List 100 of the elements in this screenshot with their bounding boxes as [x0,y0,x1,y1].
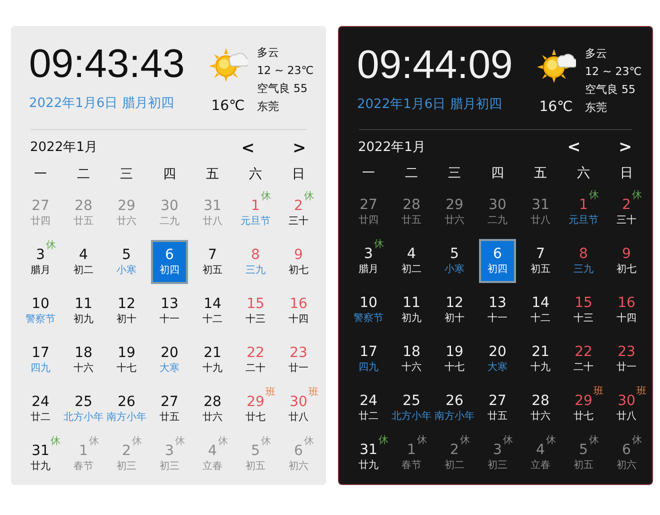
day-number: 10 [32,295,50,313]
day-number: 16 [290,295,308,313]
day-cell[interactable]: 13 十一 [478,288,518,332]
lunar-date: 立春 [202,460,222,474]
day-cell[interactable]: 21 十九 [192,338,232,382]
next-month-button[interactable]: > [286,138,312,157]
day-number: 15 [246,295,264,313]
day-number: 26 [118,393,136,411]
lunar-date: 廿七 [246,411,266,425]
day-cell[interactable]: 28 廿五 [392,190,432,234]
day-cell[interactable]: 8 三九 [564,239,604,283]
day-number: 19 [446,343,464,361]
day-cell[interactable]: 16 十四 [606,288,646,332]
day-number: 24 [360,392,378,410]
lunar-date: 廿九 [30,460,50,474]
lunar-date: 大寒 [488,361,508,375]
day-cell[interactable]: 13 十一 [150,289,190,333]
day-cell[interactable]: 9 初七 [278,240,318,284]
day-cell[interactable]: 21 十九 [520,337,560,381]
previous-month-button[interactable]: < [235,138,261,157]
lunar-date: 小寒 [116,264,136,278]
day-cell[interactable]: 17 四九 [348,337,388,381]
weekday-header: 日 [292,166,305,184]
day-cell[interactable]: 27 廿四 [348,190,388,234]
day-cell[interactable]: 18 十六 [392,337,432,381]
day-cell[interactable]: 10 警察节 [20,289,60,333]
day-cell[interactable]: 14 十二 [520,288,560,332]
day-cell[interactable]: 20 大寒 [478,337,518,381]
day-cell[interactable]: 15 十三 [564,288,604,332]
holiday-label: 休 [460,434,470,448]
day-cell[interactable]: 25 北方小年 [64,387,104,431]
day-cell[interactable]: 5 小寒 [106,240,146,284]
day-cell[interactable]: 19 十七 [434,337,474,381]
day-cell[interactable]: 7 初五 [520,239,560,283]
weekday-header: 六 [249,166,262,184]
day-cell[interactable]: 5 小寒 [434,239,474,283]
day-cell[interactable]: 14 十二 [192,289,232,333]
temperature: 16℃ [539,99,573,115]
day-number: 8 [579,245,588,263]
day-number: 27 [360,196,378,214]
day-number: 31 [532,196,550,214]
day-cell[interactable]: 28 廿六 [192,387,232,431]
day-number: 17 [360,343,378,361]
day-cell[interactable]: 11 初九 [392,288,432,332]
lunar-date: 十三 [574,312,594,326]
holiday-label: 班 [265,386,276,400]
holiday-label: 休 [88,435,99,449]
day-cell[interactable]: 9 初七 [606,239,646,283]
day-cell[interactable]: 23 廿一 [278,338,318,382]
holiday-label: 班 [636,384,646,399]
day-cell[interactable]: 11 初九 [64,289,104,333]
lunar-date: 初三 [160,460,180,474]
lunar-date: 三九 [574,263,594,277]
day-cell[interactable]: 4 初二 [64,240,104,284]
day-cell[interactable]: 7 初五 [192,240,232,284]
weekday-header: 二 [405,165,418,183]
previous-month-button[interactable]: < [561,137,587,156]
lunar-date: 初九 [402,312,422,326]
day-cell[interactable]: 27 廿五 [478,386,518,430]
lunar-date: 初三 [116,460,136,474]
day-cell[interactable]: 10 警察节 [348,288,388,332]
day-cell[interactable]: 12 初十 [434,288,474,332]
day-cell[interactable]: 29 廿六 [434,190,474,234]
day-cell[interactable]: 27 廿五 [150,387,190,431]
day-cell[interactable]: 28 廿六 [520,386,560,430]
holiday-label: 班 [308,386,318,400]
day-cell[interactable]: 22 二十 [236,338,276,382]
air-quality: 空气良 55 [585,83,636,97]
day-cell[interactable]: 23 廿一 [606,337,646,381]
lunar-date: 春节 [402,459,422,473]
day-cell[interactable]: 24 廿二 [348,386,388,430]
lunar-date: 初五 [202,264,222,278]
lunar-date: 廿二 [358,410,378,424]
day-cell[interactable]: 19 十七 [106,338,146,382]
day-cell[interactable]: 26 南方小年 [434,386,474,430]
day-number: 20 [488,343,506,361]
day-cell[interactable]: 30 二九 [478,190,518,234]
day-cell[interactable]: 12 初十 [106,289,146,333]
day-number: 27 [32,197,50,215]
day-cell[interactable]: 26 南方小年 [106,387,146,431]
day-cell[interactable]: 25 北方小年 [392,386,432,430]
day-cell[interactable]: 22 二十 [564,337,604,381]
day-cell[interactable]: 16 十四 [278,289,318,333]
day-number: 4 [407,245,416,263]
weekday-header: 四 [163,166,176,184]
day-cell[interactable]: 17 四九 [20,338,60,382]
day-cell[interactable]: 18 十六 [64,338,104,382]
day-cell[interactable]: 31 廿八 [520,190,560,234]
day-number: 7 [536,245,545,263]
next-month-button[interactable]: > [612,137,638,156]
holiday-label: 休 [218,435,228,449]
day-cell[interactable]: 6 初四 [479,239,516,283]
day-cell[interactable]: 15 十三 [236,289,276,333]
day-cell[interactable]: 20 大寒 [150,338,190,382]
day-cell[interactable]: 4 初二 [392,239,432,283]
lunar-date: 廿六 [202,411,222,425]
lunar-date: 廿二 [30,411,50,425]
day-number: 28 [204,393,222,411]
day-cell[interactable]: 24 廿二 [20,387,60,431]
day-cell[interactable]: 6 初四 [151,240,188,284]
